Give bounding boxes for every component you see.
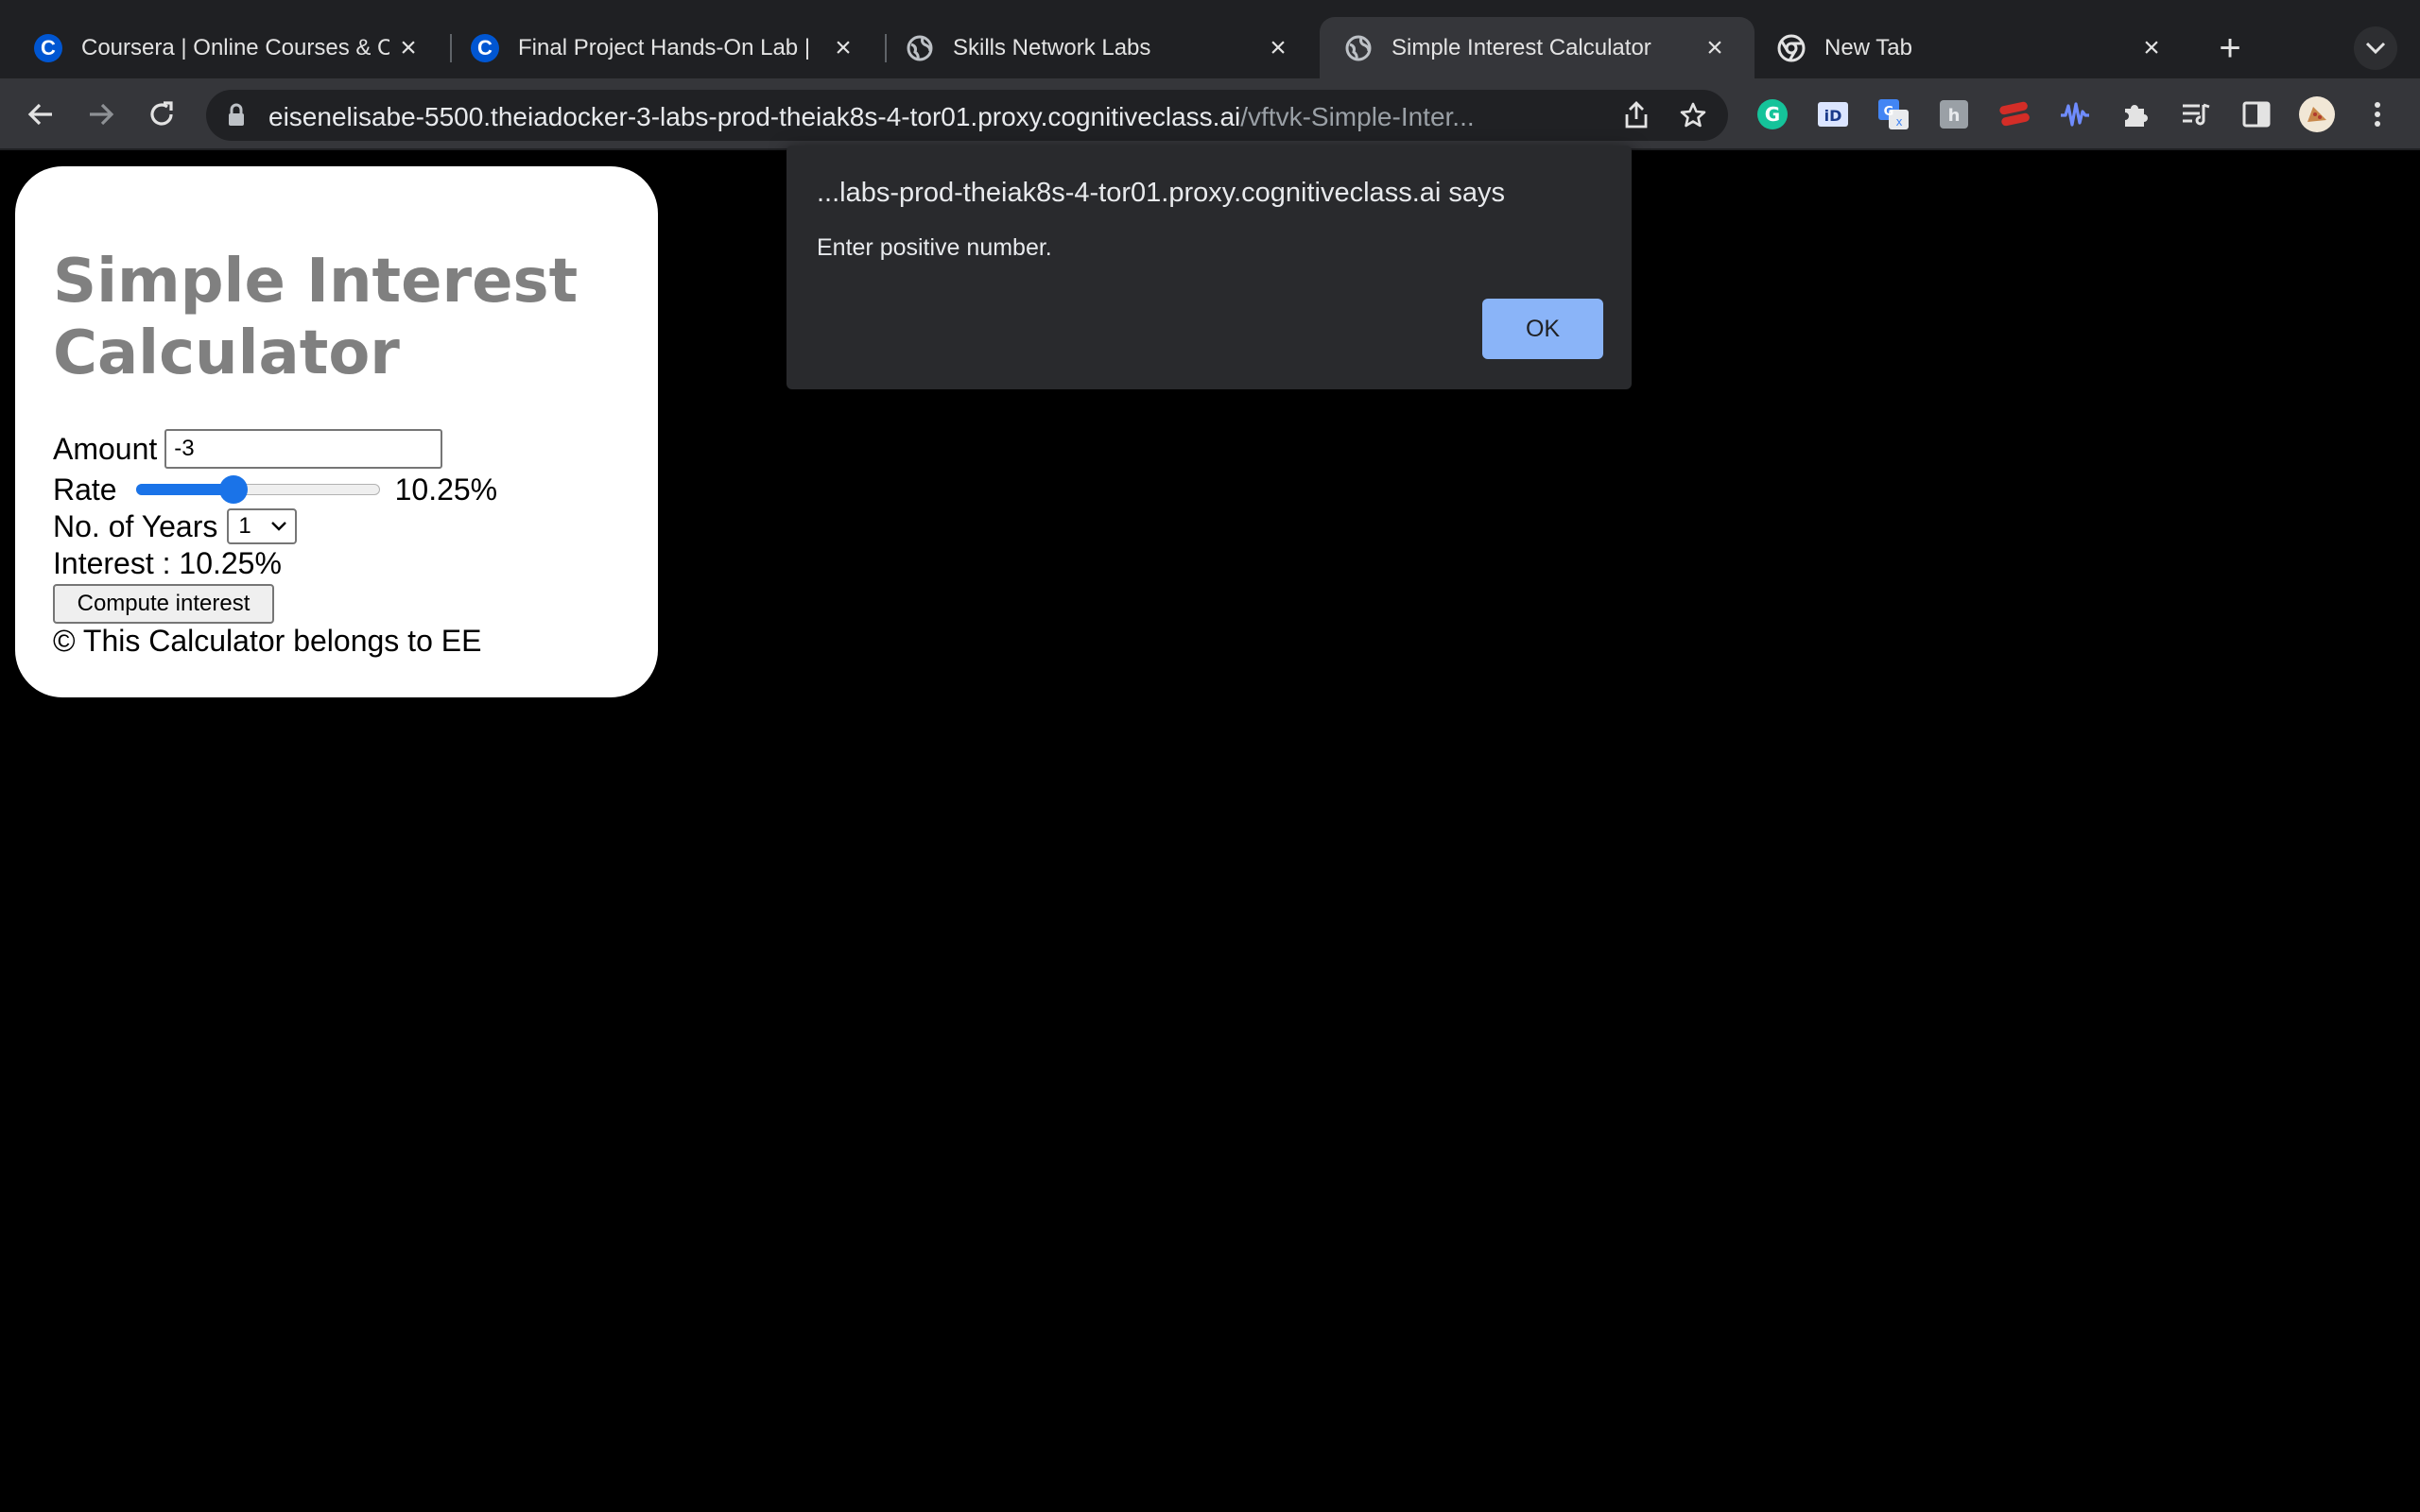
- footer-row: © This Calculator belongs to EE: [53, 624, 481, 659]
- side-panel-icon[interactable]: [2235, 93, 2278, 136]
- svg-text:h: h: [1948, 106, 1961, 126]
- alert-dialog: ...labs-prod-theiak8s-4-tor01.proxy.cogn…: [786, 146, 1632, 389]
- tab-coursera[interactable]: C Coursera | Online Courses & C ×: [0, 17, 448, 78]
- forward-button[interactable]: [79, 93, 123, 136]
- chevron-down-icon: [2365, 42, 2386, 55]
- close-icon[interactable]: ×: [389, 29, 427, 67]
- rate-row: Rate 10.25%: [53, 471, 497, 508]
- tab-title: Coursera | Online Courses & C: [81, 34, 389, 60]
- profile-avatar[interactable]: [2295, 93, 2339, 136]
- tab-final-project[interactable]: C Final Project Hands-On Lab | ×: [452, 17, 883, 78]
- slider-thumb[interactable]: [218, 475, 248, 504]
- google-translate-icon[interactable]: Gx: [1872, 93, 1915, 136]
- globe-icon: [1344, 34, 1373, 62]
- coursera-icon: C: [34, 33, 62, 62]
- waveform-icon[interactable]: [2053, 93, 2097, 136]
- lock-icon[interactable]: [227, 103, 246, 132]
- copyright-footer: © This Calculator belongs to EE: [53, 624, 482, 658]
- close-icon[interactable]: ×: [2133, 29, 2170, 67]
- amount-label: Amount: [53, 431, 158, 466]
- lastpass-icon[interactable]: [1993, 93, 2036, 136]
- chrome-icon: [1777, 34, 1806, 62]
- svg-text:G: G: [1765, 103, 1780, 126]
- bookmark-star-icon[interactable]: [1671, 94, 1715, 137]
- address-bar[interactable]: eisenelisabe-5500.theiadocker-3-labs-pro…: [206, 90, 1728, 141]
- ok-button[interactable]: OK: [1482, 299, 1603, 359]
- svg-text:iD: iD: [1824, 107, 1842, 125]
- tab-simple-interest[interactable]: Simple Interest Calculator ×: [1320, 17, 1754, 78]
- back-arrow-icon: [27, 103, 52, 126]
- coursera-icon: C: [471, 33, 499, 62]
- dialog-origin: ...labs-prod-theiak8s-4-tor01.proxy.cogn…: [817, 178, 1506, 208]
- url-path: /vftvk-Simple-Inter...: [1240, 102, 1475, 131]
- years-label: No. of Years: [53, 508, 218, 543]
- more-menu-icon[interactable]: [2356, 93, 2399, 136]
- tab-title: Simple Interest Calculator: [1392, 34, 1651, 60]
- rate-label: Rate: [53, 472, 117, 507]
- tab-title: Final Project Hands-On Lab |: [518, 34, 811, 60]
- svg-text:G: G: [1884, 105, 1894, 119]
- rate-value: 10.25%: [394, 472, 498, 507]
- rate-slider[interactable]: [135, 471, 380, 508]
- tab-search-button[interactable]: [2354, 26, 2397, 70]
- compute-row: Compute interest: [53, 584, 274, 624]
- tab-title: Skills Network Labs: [953, 34, 1151, 60]
- url-host: eisenelisabe-5500.theiadocker-3-labs-pro…: [268, 102, 1241, 131]
- close-icon[interactable]: ×: [1696, 29, 1734, 67]
- share-icon[interactable]: [1615, 94, 1658, 137]
- page-title: Simple Interest Calculator: [53, 247, 579, 388]
- years-row: No. of Years 1: [53, 508, 298, 544]
- tab-strip: C Coursera | Online Courses & C × C Fina…: [0, 0, 2420, 78]
- new-tab-button[interactable]: +: [2208, 26, 2252, 70]
- interest-result: Interest : 10.25%: [53, 546, 282, 581]
- tab-skills-network[interactable]: Skills Network Labs ×: [887, 17, 1318, 78]
- amount-input[interactable]: [164, 429, 443, 469]
- compute-interest-button[interactable]: Compute interest: [53, 584, 274, 624]
- url-text[interactable]: eisenelisabe-5500.theiadocker-3-labs-pro…: [268, 102, 1535, 132]
- puzzle-icon[interactable]: [2114, 93, 2157, 136]
- back-button[interactable]: [19, 93, 62, 136]
- chevron-down-icon: [271, 522, 287, 531]
- interest-text: Interest : 10.25%: [53, 546, 282, 580]
- tab-new-tab[interactable]: New Tab ×: [1756, 17, 2191, 78]
- calculator-card: Simple Interest Calculator Amount Rate 1…: [15, 166, 658, 697]
- reload-icon: [150, 101, 173, 126]
- dialog-message: Enter positive number.: [817, 234, 1052, 261]
- globe-icon: [906, 34, 934, 62]
- reading-list-icon[interactable]: [2174, 93, 2218, 136]
- ext-box-icon[interactable]: h: [1932, 93, 1976, 136]
- svg-text:x: x: [1895, 115, 1902, 129]
- years-select[interactable]: 1: [227, 508, 298, 544]
- tab-title: New Tab: [1824, 34, 1912, 60]
- amount-row: Amount: [53, 429, 443, 469]
- close-icon[interactable]: ×: [1259, 29, 1297, 67]
- close-icon[interactable]: ×: [824, 29, 862, 67]
- forward-arrow-icon: [90, 103, 114, 126]
- grammarly-icon[interactable]: G: [1751, 93, 1794, 136]
- id-icon[interactable]: iD: [1811, 93, 1855, 136]
- reload-button[interactable]: [140, 93, 183, 136]
- browser-toolbar: eisenelisabe-5500.theiadocker-3-labs-pro…: [0, 78, 2420, 150]
- years-value: 1: [238, 513, 251, 539]
